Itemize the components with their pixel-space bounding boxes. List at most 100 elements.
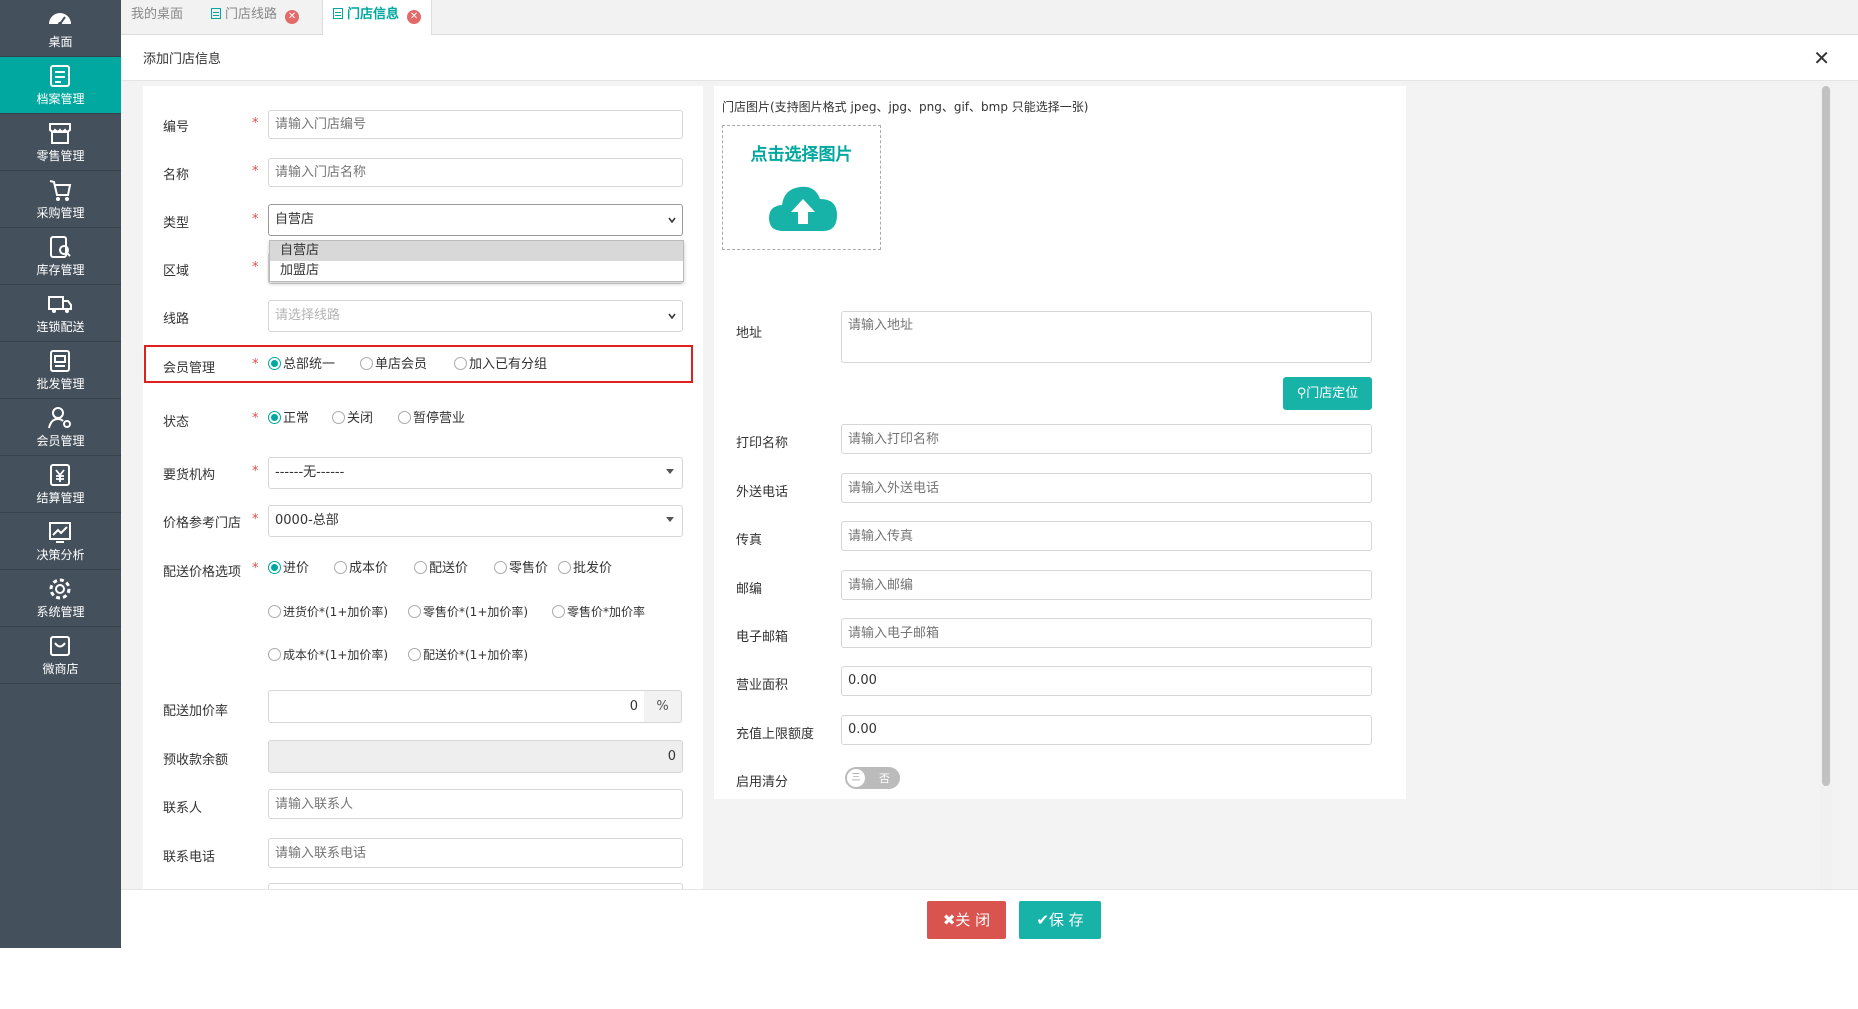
sidebar: 桌面 档案管理 零售管理 采购管理 库存管理 连锁配送 批发管理 会员管理 结算… — [0, 0, 121, 948]
radio-price-delivery-markup[interactable]: 配送价*(1+加价率) — [408, 647, 528, 663]
name-label: 名称 — [163, 168, 190, 183]
required-mark: * — [252, 411, 259, 426]
radio-dot — [408, 648, 421, 661]
wholesale-icon — [50, 350, 70, 372]
sidebar-item-member[interactable]: 会员管理 — [0, 399, 121, 456]
sidebar-item-analysis[interactable]: 决策分析 — [0, 513, 121, 570]
radio-status-closed[interactable]: 关闭 — [332, 411, 373, 427]
store-type-dropdown: 自营店 加盟店 — [269, 240, 684, 282]
radio-price-purchase[interactable]: 进价 — [268, 561, 309, 577]
check-icon: ✔ — [1036, 911, 1049, 929]
address-textarea[interactable] — [841, 311, 1372, 363]
sidebar-item-retail[interactable]: 零售管理 — [0, 114, 121, 171]
markup-rate-input[interactable]: 0 — [268, 690, 645, 723]
radio-price-purchase-markup[interactable]: 进货价*(1+加价率) — [268, 604, 388, 620]
business-area-input[interactable]: 0.00 — [841, 666, 1372, 696]
input-value: 0.00 — [848, 722, 877, 737]
radio-price-wholesale[interactable]: 批发价 — [558, 561, 612, 577]
radio-member-hq[interactable]: 总部统一 — [268, 357, 335, 373]
radio-member-group[interactable]: 加入已有分组 — [454, 357, 547, 373]
prepay-label: 预收款余额 — [163, 753, 229, 768]
tab-store-route[interactable]: 门店线路 ✕ — [201, 0, 309, 34]
supplier-select[interactable]: ------无------ — [268, 457, 683, 489]
tab-my-desktop[interactable]: 我的桌面 — [121, 0, 193, 34]
address-label: 地址 — [736, 326, 763, 341]
delivery-phone-input[interactable] — [841, 473, 1372, 503]
store-type-select[interactable]: 自营店 — [268, 204, 683, 236]
tab-bar: 我的桌面 门店线路 ✕ 门店信息 ✕ — [121, 0, 1858, 35]
zip-input[interactable] — [841, 570, 1372, 600]
sidebar-item-desktop[interactable]: 桌面 — [0, 0, 121, 57]
radio-dot — [494, 561, 507, 574]
radio-label: 单店会员 — [375, 357, 428, 372]
tab-label: 我的桌面 — [131, 7, 184, 22]
save-button[interactable]: ✔保 存 — [1019, 901, 1101, 939]
sidebar-item-wholesale[interactable]: 批发管理 — [0, 342, 121, 399]
dialog-title: 添加门店信息 — [143, 52, 222, 67]
sidebar-item-purchase[interactable]: 采购管理 — [0, 171, 121, 228]
store-code-input[interactable] — [268, 110, 683, 139]
recharge-limit-input[interactable]: 0.00 — [841, 715, 1372, 745]
dropdown-option[interactable]: 自营店 — [270, 241, 683, 261]
radio-price-delivery[interactable]: 配送价 — [414, 561, 468, 577]
sidebar-item-microstore[interactable]: 微商店 — [0, 627, 121, 684]
store-locate-button[interactable]: ⚲门店定位 — [1283, 377, 1372, 410]
radio-price-retail-rate[interactable]: 零售价*加价率 — [552, 604, 645, 620]
radio-status-paused[interactable]: 暂停营业 — [398, 411, 465, 427]
radio-label: 关闭 — [347, 411, 374, 426]
scrollbar-thumb[interactable] — [1822, 86, 1830, 786]
sidebar-item-label: 零售管理 — [36, 149, 85, 163]
required-mark: * — [252, 164, 259, 179]
route-select[interactable]: 请选择线路 — [268, 300, 683, 332]
radio-dot — [334, 561, 347, 574]
radio-price-cost[interactable]: 成本价 — [334, 561, 388, 577]
phone-input[interactable] — [268, 838, 683, 868]
sidebar-item-inventory[interactable]: 库存管理 — [0, 228, 121, 285]
contact-input[interactable] — [268, 789, 683, 819]
price-ref-select[interactable]: 0000-总部 — [268, 505, 683, 537]
dropdown-arrow-icon — [666, 469, 674, 474]
area-label: 营业面积 — [736, 678, 789, 693]
contact-label: 联系人 — [163, 801, 203, 816]
print-name-input[interactable] — [841, 424, 1372, 454]
radio-member-single[interactable]: 单店会员 — [360, 357, 427, 373]
image-upload-area[interactable]: 点击选择图片 — [722, 125, 881, 250]
type-label: 类型 — [163, 216, 190, 231]
tab-store-info[interactable]: 门店信息 ✕ — [322, 0, 433, 35]
select-value: 0000-总部 — [275, 513, 339, 528]
prepay-balance-input: 0 — [268, 740, 683, 773]
fax-input[interactable] — [841, 521, 1372, 551]
route-label: 线路 — [163, 312, 190, 327]
document-icon — [333, 8, 343, 19]
radio-label: 零售价 — [509, 561, 549, 576]
radio-dot — [558, 561, 571, 574]
radio-price-retail-markup[interactable]: 零售价*(1+加价率) — [408, 604, 528, 620]
radio-dot — [414, 561, 427, 574]
radio-price-retail[interactable]: 零售价 — [494, 561, 548, 577]
fax-label: 传真 — [736, 533, 763, 548]
close-button[interactable]: ✖关 闭 — [927, 901, 1006, 939]
sidebar-item-settlement[interactable]: 结算管理 — [0, 456, 121, 513]
email-input[interactable] — [841, 618, 1372, 648]
dialog-header: 添加门店信息 ✕ — [121, 40, 1858, 81]
close-tab-icon[interactable]: ✕ — [285, 10, 300, 24]
close-icon[interactable]: ✕ — [1813, 46, 1830, 70]
chevron-down-icon — [668, 313, 676, 320]
radio-price-cost-markup[interactable]: 成本价*(1+加价率) — [268, 647, 388, 663]
radio-status-normal[interactable]: 正常 — [268, 411, 309, 427]
input-value: 0 — [667, 749, 676, 764]
dropdown-option[interactable]: 加盟店 — [270, 261, 683, 281]
sidebar-item-label: 库存管理 — [36, 263, 85, 277]
radio-dot — [454, 357, 467, 370]
points-clear-toggle[interactable]: 三 否 — [845, 767, 900, 789]
member-label: 会员管理 — [163, 361, 216, 376]
close-tab-icon[interactable]: ✕ — [407, 10, 422, 24]
sidebar-item-archive[interactable]: 档案管理 — [0, 57, 121, 114]
sidebar-item-system[interactable]: 系统管理 — [0, 570, 121, 627]
sidebar-item-delivery[interactable]: 连锁配送 — [0, 285, 121, 342]
radio-label: 暂停营业 — [413, 411, 466, 426]
radio-dot — [268, 411, 281, 424]
supplier-label: 要货机构 — [163, 468, 216, 483]
radio-dot — [332, 411, 345, 424]
store-name-input[interactable] — [268, 158, 683, 187]
